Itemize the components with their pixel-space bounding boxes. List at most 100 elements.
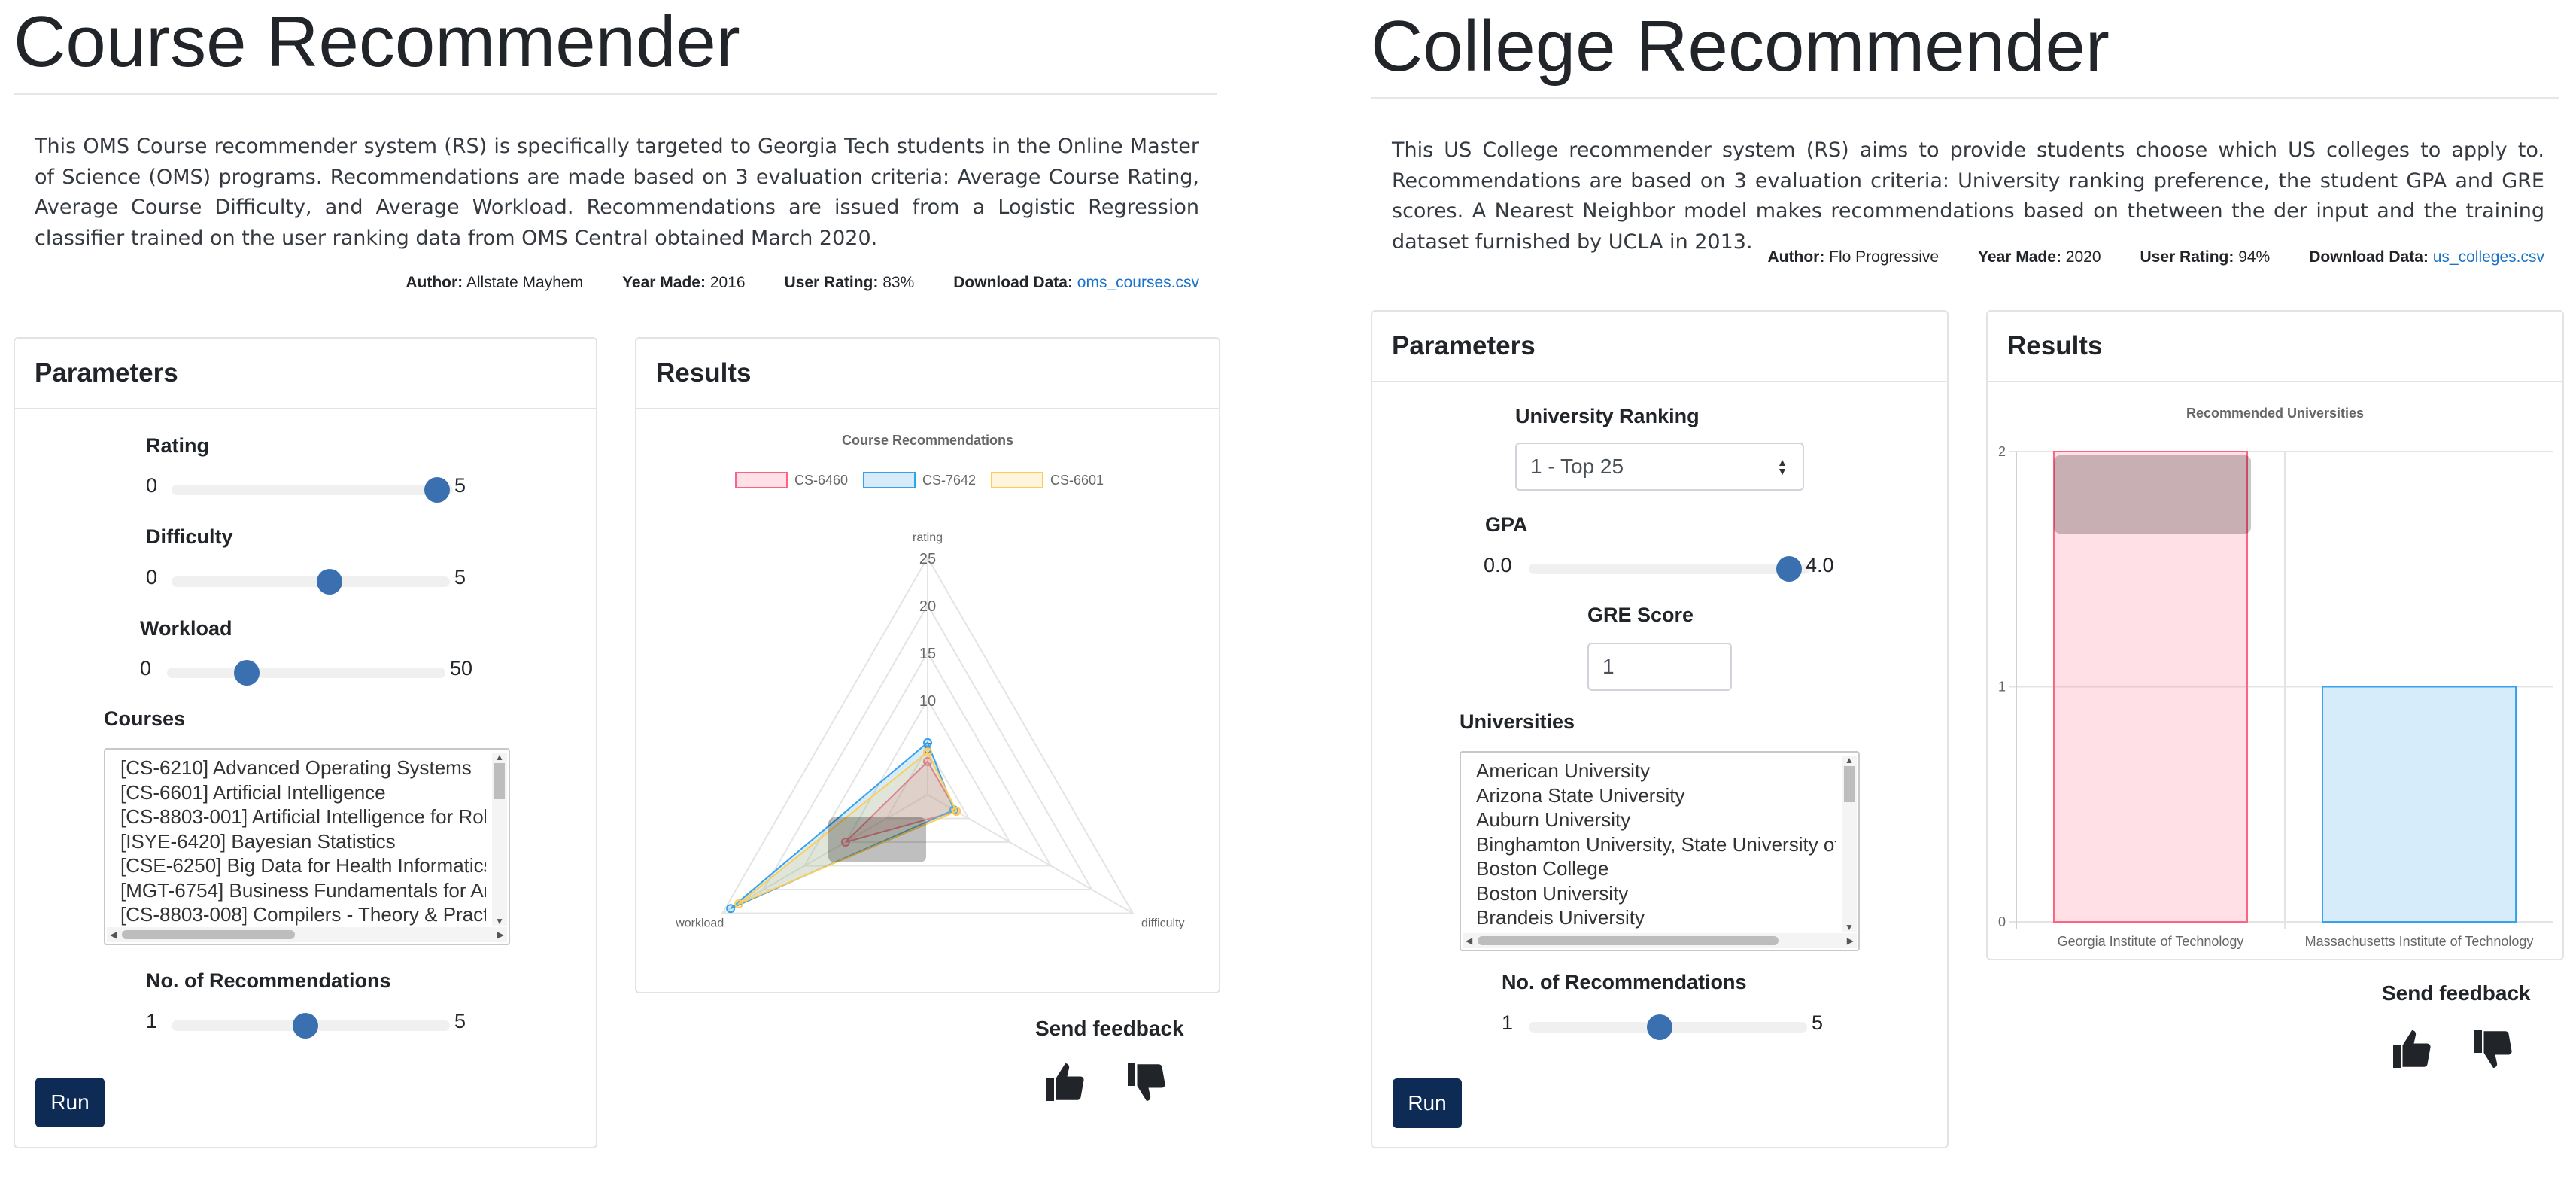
list-item[interactable]: Brown University (1476, 930, 1836, 932)
ranking-label: University Ranking (1515, 405, 1700, 427)
course-title-divider (14, 93, 1217, 95)
scroll-left-icon[interactable]: ◀ (110, 930, 117, 939)
difficulty-min: 0 (146, 566, 158, 588)
course-download-link[interactable]: oms_courses.csv (1077, 274, 1199, 291)
legend-swatch (991, 472, 1043, 488)
list-item[interactable]: Arizona State University (1476, 783, 1836, 808)
course-page-title: Course Recommender (14, 2, 740, 82)
courses-horizontal-scrollbar[interactable]: ◀ ▶ (107, 927, 507, 942)
college-download: Download Data: us_colleges.csv (2309, 248, 2544, 266)
list-item[interactable]: [CS-8803-008] Compilers - Theory & Pract… (120, 902, 486, 926)
list-item[interactable]: [CSE-6250] Big Data for Health Informati… (120, 853, 486, 878)
thumbs-up-icon[interactable] (2389, 1026, 2435, 1072)
thumbs-down-icon[interactable] (1124, 1060, 1169, 1105)
college-run-button[interactable]: Run (1393, 1078, 1462, 1128)
radar-point (952, 807, 961, 817)
college-recs-slider-thumb[interactable] (1647, 1014, 1672, 1040)
difficulty-slider-thumb[interactable] (317, 569, 342, 595)
course-results-card: Results Course Recommendations CS-6460 CS-… (635, 337, 1220, 993)
difficulty-slider[interactable] (172, 576, 450, 587)
scroll-down-icon[interactable]: ▼ (492, 917, 507, 926)
college-parameters-card: Parameters University Ranking 1 - Top 25… (1371, 310, 1949, 1148)
list-item[interactable]: Auburn University (1476, 807, 1836, 832)
gpa-slider[interactable] (1529, 564, 1810, 574)
courses-vertical-scrollbar[interactable]: ▲ ▼ (492, 753, 507, 926)
course-download: Download Data: oms_courses.csv (953, 274, 1199, 291)
radar-tick-label: 25 (919, 551, 936, 567)
bar-tick-label: 0 (1998, 914, 2006, 929)
chart-title: Course Recommendations (842, 433, 1013, 448)
rating-min: 0 (146, 474, 158, 497)
list-item[interactable]: American University (1476, 759, 1836, 783)
workload-slider-thumb[interactable] (234, 660, 260, 686)
chart-title: Recommended Universities (2186, 406, 2364, 421)
list-item[interactable]: Brandeis University (1476, 905, 1836, 930)
difficulty-label: Difficulty (146, 525, 233, 548)
universities-vertical-scrollbar[interactable]: ▲ ▼ (1842, 756, 1857, 932)
gre-score-input[interactable]: 1 (1587, 643, 1732, 691)
legend-label: CS-6601 (1050, 473, 1104, 488)
scroll-right-icon[interactable]: ▶ (497, 930, 504, 939)
radar-point (734, 899, 744, 908)
rating-slider[interactable] (172, 485, 453, 495)
college-title-divider (1371, 97, 2559, 99)
scroll-left-icon[interactable]: ◀ (1466, 936, 1472, 945)
gpa-max: 4.0 (1806, 554, 1834, 576)
list-item[interactable]: [CS-6601] Artificial Intelligence (120, 780, 486, 805)
course-results-header: Results (636, 339, 1219, 409)
radar-tick-label: 10 (919, 693, 936, 710)
list-item[interactable]: [ISYE-6420] Bayesian Statistics (120, 829, 486, 854)
college-meta: Author: Flo Progressive Year Made: 2020 … (1655, 248, 2545, 266)
universities-label: Universities (1460, 710, 1575, 733)
list-item[interactable]: [CS-6210] Advanced Operating Systems (120, 756, 486, 780)
legend-swatch (735, 472, 788, 488)
college-recs-min: 1 (1502, 1011, 1514, 1034)
rating-slider-thumb[interactable] (424, 477, 450, 503)
list-item[interactable]: Boston College (1476, 856, 1836, 881)
course-meta: Author: Allstate Mayhem Year Made: 2016 … (301, 274, 1199, 292)
college-download-link[interactable]: us_colleges.csv (2433, 248, 2544, 266)
bar-category-label: Massachusetts Institute of Technology (2305, 934, 2534, 949)
college-recs-max: 5 (1812, 1011, 1824, 1034)
scroll-right-icon[interactable]: ▶ (1847, 936, 1854, 945)
radar-point (923, 747, 932, 757)
course-parameters-card: Parameters Rating 0 5 Difficulty 0 5 Wor… (14, 337, 597, 1148)
college-year: Year Made: 2020 (1978, 248, 2101, 266)
course-feedback-title: Send feedback (1035, 1017, 1184, 1040)
workload-max: 50 (450, 657, 473, 680)
courses-label: Courses (104, 707, 186, 730)
course-recs-slider-thumb[interactable] (293, 1013, 318, 1039)
list-item[interactable]: Binghamton University, State University … (1476, 832, 1836, 857)
gpa-label: GPA (1485, 513, 1528, 536)
radar-tick-label: 20 (919, 598, 936, 615)
thumbs-down-icon[interactable] (2471, 1026, 2516, 1072)
ranking-select[interactable]: 1 - Top 25 ▲ ▼ (1515, 443, 1804, 491)
radar-axis-label: difficulty (1141, 917, 1185, 930)
course-user-rating: User Rating: 83% (784, 274, 915, 291)
workload-slider[interactable] (167, 668, 445, 678)
college-results-card: Results Recommended Universities 0 1 2 Georg… (1986, 310, 2564, 960)
workload-label: Workload (140, 617, 232, 640)
list-item[interactable]: [CS-8803-001] Artificial Intelligence fo… (120, 804, 486, 829)
list-item[interactable]: Boston University (1476, 881, 1836, 906)
bar-category-label: Georgia Institute of Technology (2058, 934, 2244, 949)
college-recs-label: No. of Recommendations (1502, 971, 1747, 993)
universities-horizontal-scrollbar[interactable]: ◀ ▶ (1463, 933, 1857, 948)
course-author: Author: Allstate Mayhem (406, 274, 584, 291)
college-results-header: Results (1988, 312, 2562, 382)
scroll-up-icon[interactable]: ▲ (492, 753, 507, 762)
scroll-down-icon[interactable]: ▼ (1842, 923, 1857, 932)
course-recs-max: 5 (454, 1010, 466, 1033)
gpa-slider-thumb[interactable] (1776, 556, 1802, 582)
list-item[interactable]: [MGT-6754] Business Fundamentals for Ana… (120, 878, 486, 903)
courses-listbox[interactable]: [CS-6210] Advanced Operating Systems [CS-… (104, 748, 510, 945)
universities-listbox[interactable]: American University Arizona State Univers… (1460, 751, 1860, 951)
scroll-up-icon[interactable]: ▲ (1842, 756, 1857, 765)
course-year: Year Made: 2016 (622, 274, 746, 291)
college-page-title: College Recommender (1371, 6, 2110, 87)
thumbs-up-icon[interactable] (1043, 1060, 1088, 1105)
radar-axis-label: rating (913, 531, 943, 544)
bar-tick-label: 2 (1998, 444, 2006, 459)
select-caret-icon: ▲ ▼ (1777, 456, 1788, 477)
course-run-button[interactable]: Run (35, 1078, 105, 1127)
